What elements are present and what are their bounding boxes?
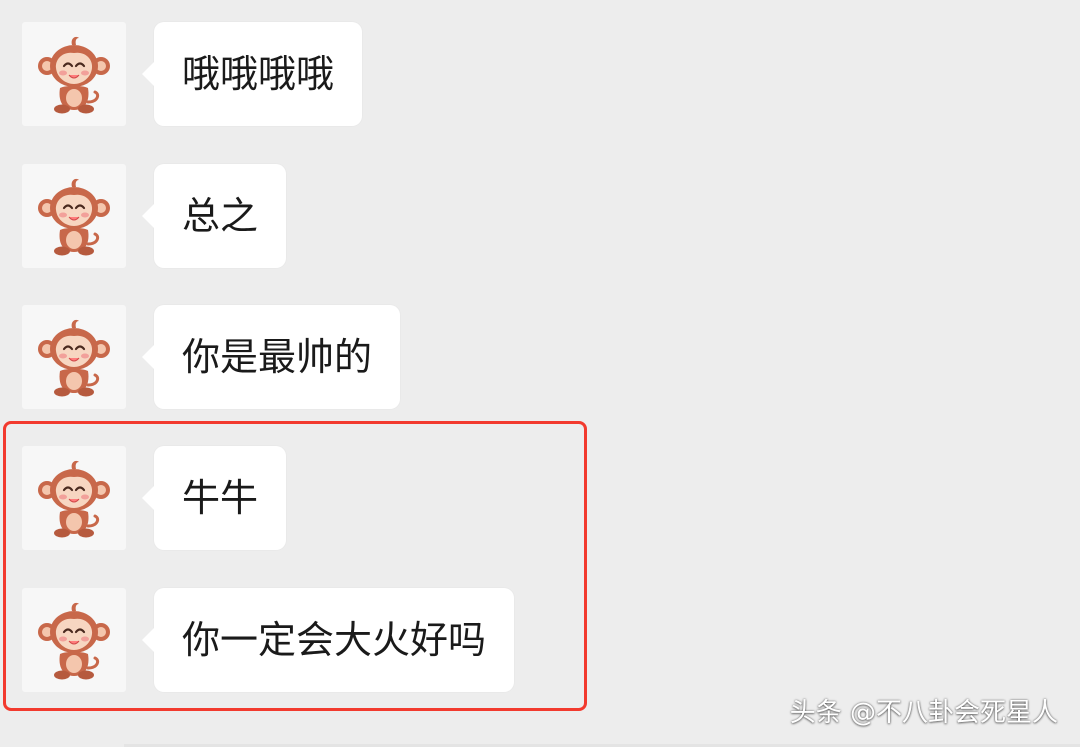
monkey-avatar-icon xyxy=(22,305,126,409)
chat-history[interactable]: 哦哦哦哦 总之 你是最帅的 牛牛 你一定会大火好吗 头条 @不八卦会死星人 xyxy=(0,0,1080,747)
message-bubble[interactable]: 哦哦哦哦 xyxy=(141,22,363,126)
message-bubble[interactable]: 总之 xyxy=(141,164,287,268)
monkey-avatar-icon xyxy=(22,164,126,268)
message-bubble[interactable]: 你是最帅的 xyxy=(141,305,401,409)
monkey-avatar-icon xyxy=(22,22,126,126)
sender-avatar[interactable] xyxy=(22,164,126,268)
highlight-box xyxy=(3,421,587,711)
sender-avatar[interactable] xyxy=(22,22,126,126)
watermark: 头条 @不八卦会死星人 xyxy=(789,698,1058,728)
sender-avatar[interactable] xyxy=(22,305,126,409)
